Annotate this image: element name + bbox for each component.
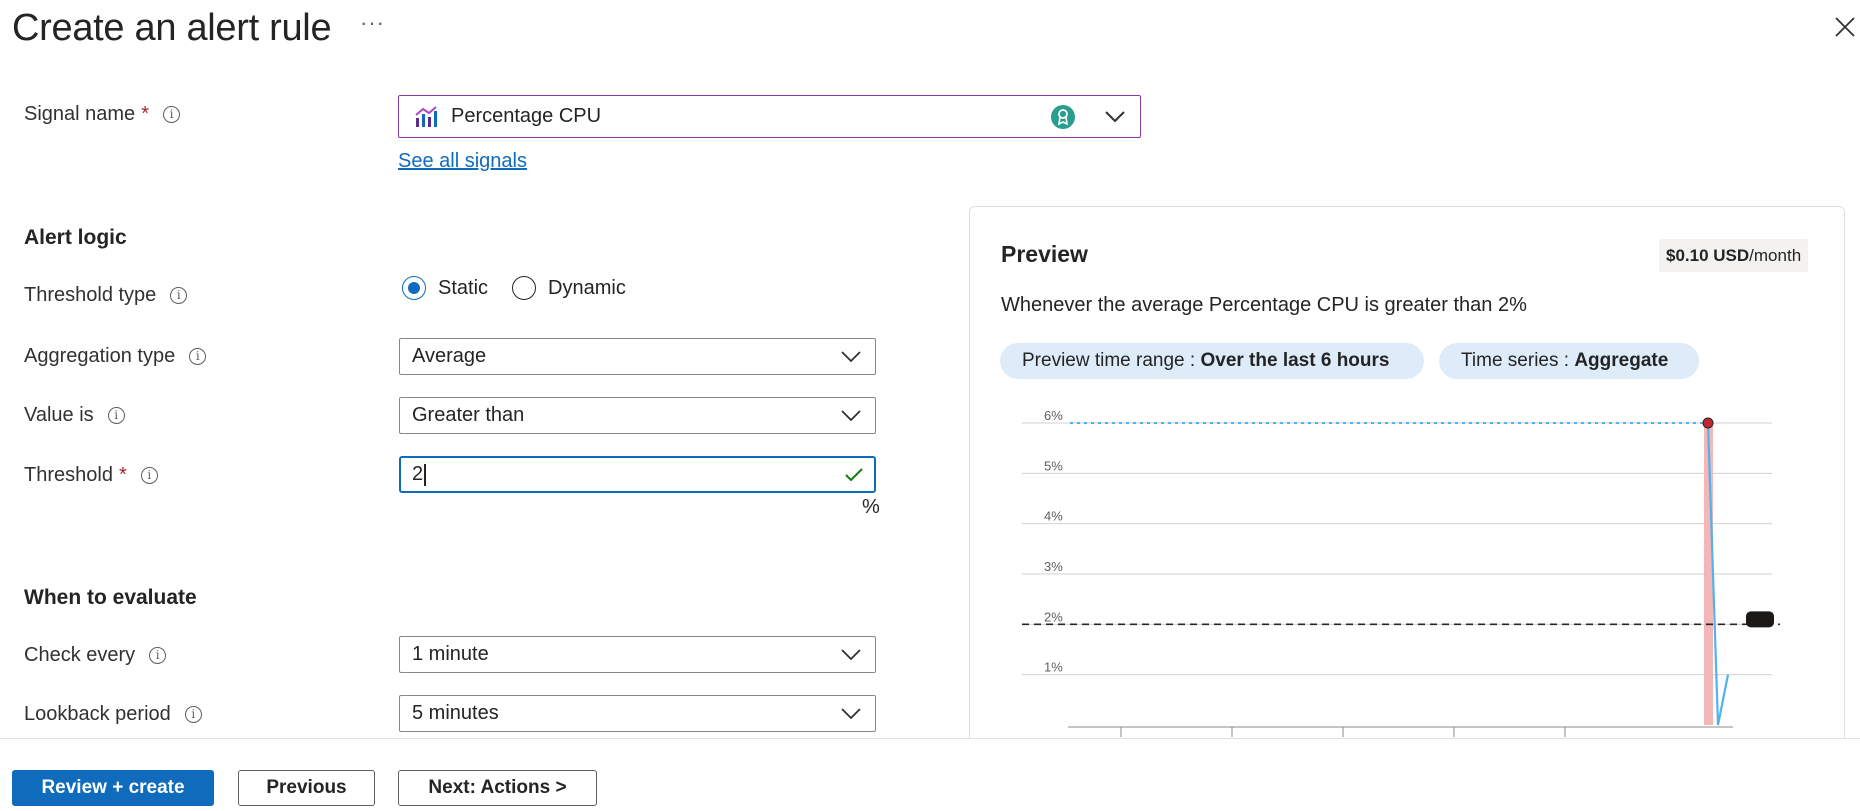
preview-title: Preview	[1001, 241, 1088, 267]
radio-static[interactable]: Static	[402, 276, 488, 300]
threshold-unit: %	[862, 496, 880, 518]
preview-chart: 6% 5% 4% 3% 2% 1%	[1022, 408, 1780, 737]
chevron-down-icon	[841, 707, 861, 719]
info-icon[interactable]: i	[149, 646, 167, 664]
lookback-period-dropdown[interactable]: 5 minutes	[399, 695, 876, 732]
value-is-label: Value is i	[24, 400, 125, 430]
when-to-evaluate-heading: When to evaluate	[24, 586, 197, 609]
threshold-handle-icon	[1746, 611, 1774, 628]
y-tick-label: 1%	[1044, 660, 1063, 675]
radio-checked-icon	[402, 276, 426, 300]
value-is-dropdown[interactable]: Greater than	[399, 397, 876, 434]
threshold-label: Threshold * i	[24, 460, 158, 490]
signal-name-label: Signal name * i	[24, 99, 180, 129]
previous-button[interactable]: Previous	[238, 770, 375, 806]
page-title: Create an alert rule	[12, 7, 332, 49]
y-tick-label: 2%	[1044, 609, 1063, 624]
check-every-label: Check every i	[24, 640, 167, 670]
y-tick-label: 5%	[1044, 458, 1063, 473]
info-icon[interactable]: i	[162, 105, 180, 123]
lookback-period-label: Lookback period i	[24, 699, 202, 729]
aggregation-type-dropdown[interactable]: Average	[399, 338, 876, 375]
aggregation-type-label: Aggregation type i	[24, 341, 207, 371]
checkmark-icon	[845, 467, 863, 481]
check-every-dropdown[interactable]: 1 minute	[399, 636, 876, 673]
info-icon[interactable]: i	[184, 705, 202, 723]
see-all-signals-link[interactable]: See all signals	[398, 150, 527, 173]
recommended-badge-icon	[1051, 104, 1075, 129]
close-icon[interactable]	[1832, 14, 1858, 40]
metric-chart-icon	[415, 105, 437, 127]
review-create-button[interactable]: Review + create	[12, 770, 214, 806]
alert-logic-heading: Alert logic	[24, 226, 127, 249]
chevron-down-icon	[841, 648, 861, 660]
next-actions-button[interactable]: Next: Actions >	[398, 770, 597, 806]
y-tick-label: 3%	[1044, 559, 1063, 574]
y-tick-label: 4%	[1044, 509, 1063, 524]
signal-value: Percentage CPU	[451, 105, 602, 127]
threshold-input[interactable]: 2	[399, 456, 876, 493]
threshold-type-radio-group: Static Dynamic	[402, 276, 626, 300]
cost-badge: $0.10 USD/month	[1659, 239, 1809, 272]
info-icon[interactable]: i	[107, 406, 125, 424]
chevron-down-icon	[841, 409, 861, 421]
preview-description: Whenever the average Percentage CPU is g…	[1001, 294, 1527, 316]
threshold-type-label: Threshold type i	[24, 280, 188, 310]
info-icon[interactable]: i	[189, 347, 207, 365]
preview-time-range-pill[interactable]: Preview time range : Over the last 6 hou…	[1000, 343, 1424, 379]
y-tick-label: 6%	[1044, 408, 1063, 423]
data-point-marker	[1702, 417, 1714, 429]
chevron-down-icon	[841, 350, 861, 362]
info-icon[interactable]: i	[140, 466, 158, 484]
preview-time-series-pill[interactable]: Time series : Aggregate	[1439, 343, 1699, 379]
more-options-icon[interactable]: ···	[360, 10, 385, 36]
radio-unchecked-icon	[512, 276, 537, 300]
radio-dynamic[interactable]: Dynamic	[512, 276, 626, 300]
chevron-down-icon	[1105, 110, 1125, 122]
info-icon[interactable]: i	[170, 286, 188, 304]
signal-select[interactable]: Percentage CPU	[398, 95, 1141, 138]
